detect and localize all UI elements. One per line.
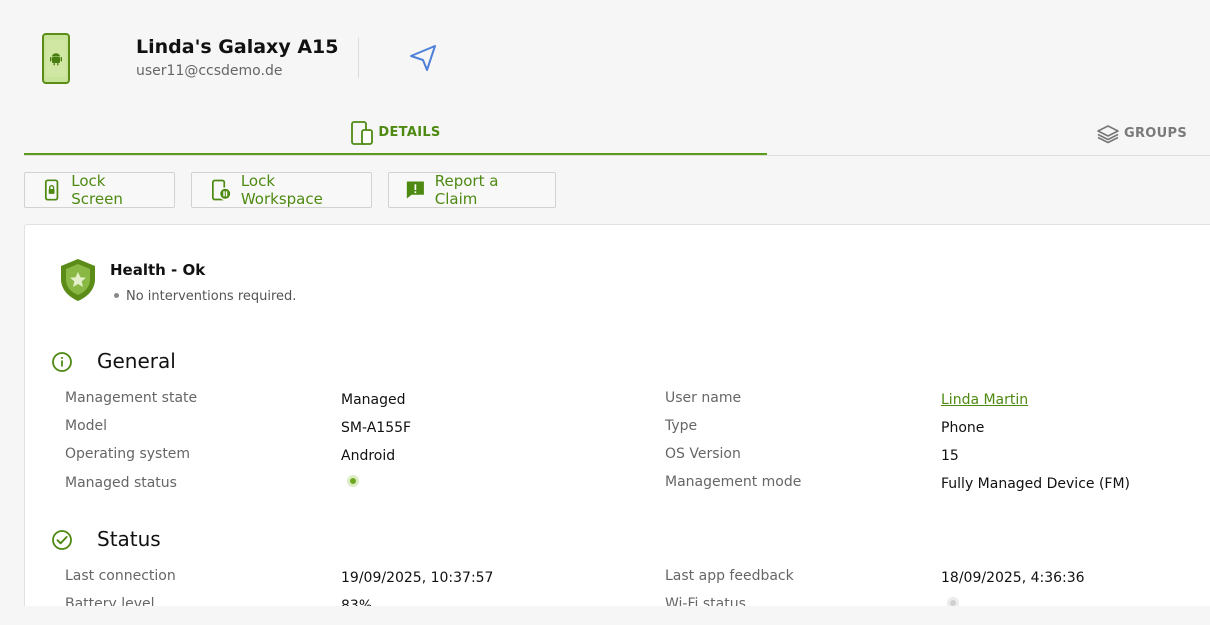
lock-workspace-button[interactable]: Lock Workspace: [191, 172, 372, 208]
management-mode-value: Fully Managed Device (FM): [941, 476, 1131, 492]
health-title: Health - Ok: [110, 261, 206, 279]
shield-star-icon: [61, 259, 95, 301]
viewport-bottom-edge: [0, 606, 1210, 625]
health-note: No interventions required.: [114, 289, 296, 304]
locate-device-icon[interactable]: [407, 42, 439, 74]
management-state-value: Managed: [341, 392, 406, 408]
model-label: Model: [65, 418, 108, 434]
type-value: Phone: [941, 420, 985, 436]
user-name-label: User name: [665, 390, 742, 406]
tab-details-label: DETAILS: [378, 125, 441, 140]
device-header: Linda's Galaxy A15 user11@ccsdemo.de: [0, 0, 1210, 112]
tab-groups[interactable]: GROUPS: [1096, 112, 1187, 155]
user-name-link[interactable]: Linda Martin: [941, 392, 1028, 408]
lock-screen-button[interactable]: Lock Screen: [24, 172, 175, 208]
android-phone-icon: [42, 33, 70, 84]
os-version-label: OS Version: [665, 446, 741, 462]
feedback-alert-icon: [406, 181, 424, 199]
last-connection-label: Last connection: [65, 568, 176, 584]
device-user-email: user11@ccsdemo.de: [136, 63, 283, 79]
general-section-title: General: [97, 349, 176, 373]
tab-groups-label: GROUPS: [1124, 126, 1187, 141]
last-connection-value: 19/09/2025, 10:37:57: [341, 570, 494, 586]
header-divider: [358, 38, 359, 78]
details-card: Health - Ok No interventions required. G…: [24, 224, 1210, 614]
management-state-label: Management state: [65, 390, 198, 406]
last-app-feedback-value: 18/09/2025, 4:36:36: [941, 570, 1085, 586]
workspace-pause-icon: [211, 179, 232, 201]
devices-icon: [351, 120, 374, 145]
managed-status-label: Managed status: [65, 475, 177, 491]
last-app-feedback-label: Last app feedback: [665, 568, 794, 584]
lock-screen-label: Lock Screen: [71, 172, 123, 208]
status-section-title: Status: [97, 527, 161, 551]
phone-lock-icon: [44, 179, 59, 201]
type-label: Type: [665, 418, 698, 434]
device-name: Linda's Galaxy A15: [136, 36, 339, 58]
operating-system-value: Android: [341, 448, 396, 464]
operating-system-label: Operating system: [65, 446, 191, 462]
check-circle-icon: [52, 530, 72, 550]
lock-workspace-label: Lock Workspace: [240, 172, 323, 208]
tab-bar: DETAILS GROUPS: [24, 112, 1210, 156]
report-claim-label: Report a Claim: [434, 172, 499, 208]
model-value: SM-A155F: [341, 420, 412, 436]
report-claim-button[interactable]: Report a Claim: [388, 172, 556, 208]
tab-details[interactable]: DETAILS: [24, 112, 767, 155]
managed-status-indicator: [347, 475, 359, 487]
action-bar: Lock Screen Lock Workspace Report a Clai…: [24, 172, 556, 208]
health-note-text: No interventions required.: [126, 289, 297, 304]
info-icon: [52, 352, 72, 372]
layers-icon: [1097, 124, 1119, 143]
os-version-value: 15: [941, 448, 959, 464]
management-mode-label: Management mode: [665, 474, 802, 490]
